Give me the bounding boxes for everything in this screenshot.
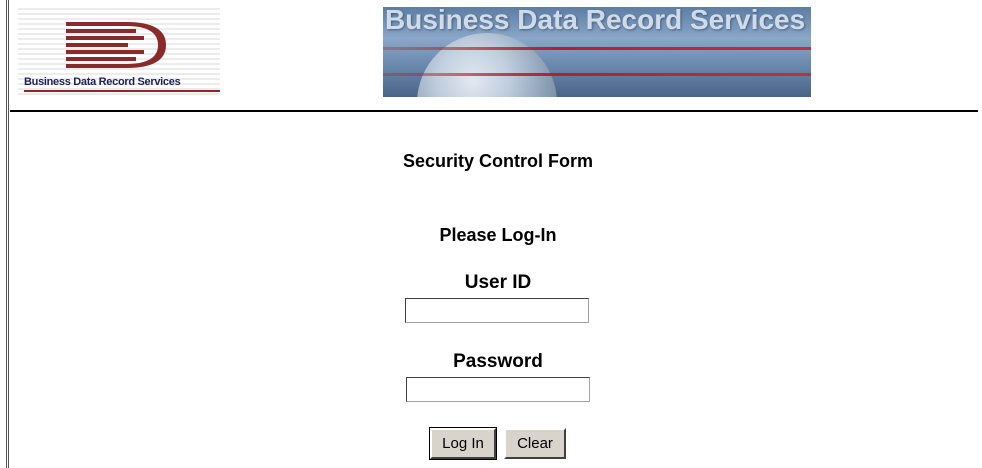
header-banner: Business Data Record Services — [383, 7, 811, 97]
globe-image — [417, 33, 557, 97]
bd-logo-mark-icon — [66, 22, 166, 68]
password-input[interactable] — [406, 377, 590, 402]
user-id-label: User ID — [464, 272, 532, 293]
logo-underline — [24, 90, 220, 92]
password-label: Password — [453, 351, 543, 372]
user-id-input[interactable] — [405, 298, 589, 323]
clear-button[interactable]: Clear — [504, 428, 566, 459]
banner-stripe — [383, 73, 811, 76]
login-button[interactable]: Log In — [429, 427, 497, 460]
form-title: Security Control Form — [402, 151, 594, 171]
banner-title: Business Data Record Services — [385, 7, 806, 35]
header-divider — [10, 110, 978, 112]
company-logo: Business Data Record Services — [18, 8, 220, 96]
login-heading: Please Log-In — [439, 225, 557, 245]
banner-stripe — [383, 47, 811, 50]
logo-company-name: Business Data Record Services — [24, 76, 181, 88]
